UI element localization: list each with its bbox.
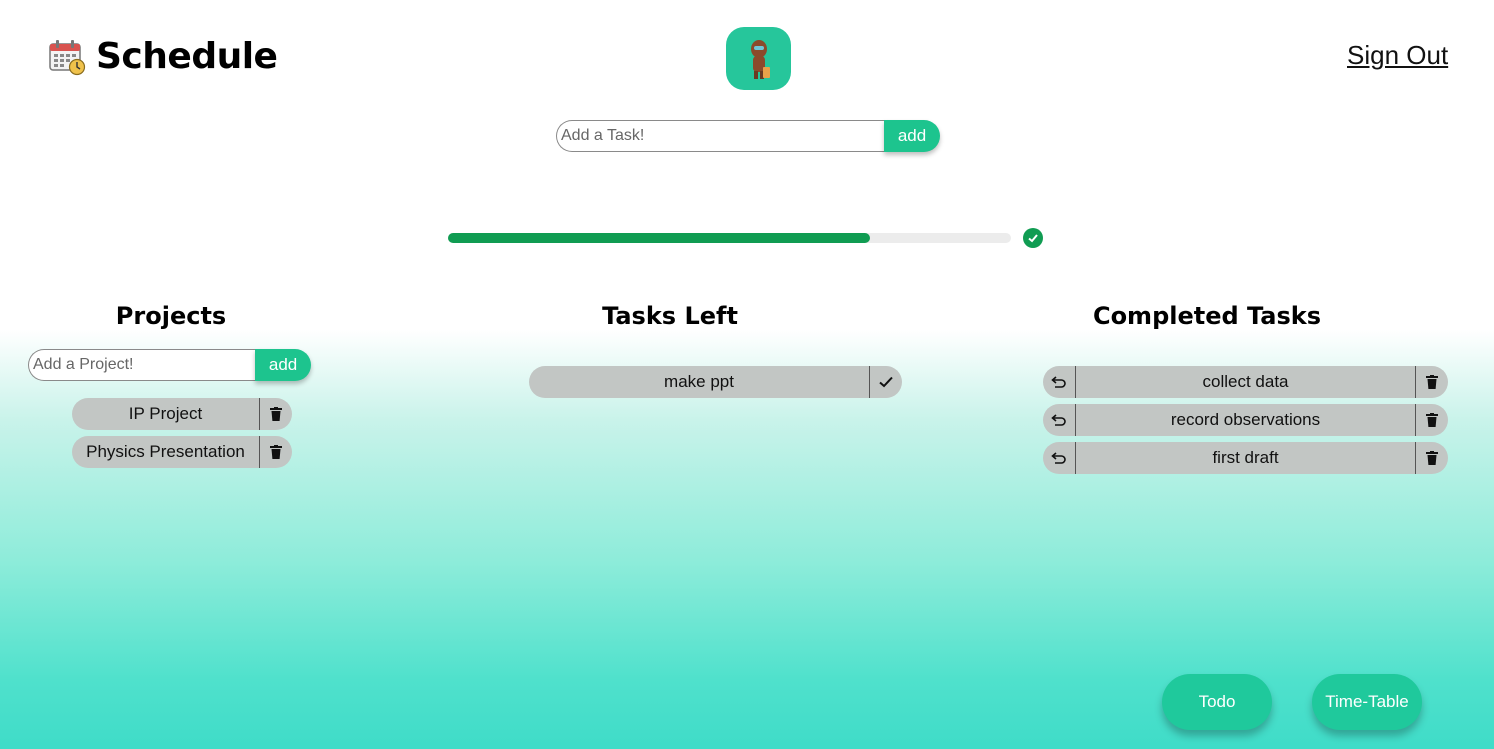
delete-icon[interactable] [1415, 404, 1448, 436]
completed-tasks-heading: Completed Tasks [1092, 302, 1322, 330]
delete-icon[interactable] [1415, 442, 1448, 474]
delete-icon[interactable] [1415, 366, 1448, 398]
project-input[interactable] [28, 349, 256, 381]
undo-icon[interactable] [1043, 404, 1076, 436]
progress-bar [448, 233, 1011, 243]
project-form: add [28, 349, 311, 381]
task-form: add [556, 120, 940, 152]
todo-button[interactable]: Todo [1162, 674, 1272, 730]
progress-complete-icon [1023, 228, 1043, 248]
add-project-button[interactable]: add [255, 349, 311, 381]
completed-task-label: record observations [1170, 410, 1321, 429]
completed-task-item[interactable]: first draft [1043, 442, 1448, 474]
time-table-button[interactable]: Time-Table [1312, 674, 1422, 730]
tasks-left-heading: Tasks Left [602, 302, 738, 330]
sign-out-link[interactable]: Sign Out [1347, 40, 1448, 71]
undo-icon[interactable] [1043, 442, 1076, 474]
brand: Schedule [48, 36, 278, 77]
completed-task-item[interactable]: collect data [1043, 366, 1448, 398]
project-item-label: IP Project [128, 404, 203, 423]
completed-task-label: first draft [1212, 448, 1279, 467]
completed-task-item[interactable]: record observations [1043, 404, 1448, 436]
undo-icon[interactable] [1043, 366, 1076, 398]
completed-task-label: collect data [1202, 372, 1289, 391]
task-item[interactable]: make ppt [529, 366, 902, 398]
progress-fill [448, 233, 871, 243]
task-item-label: make ppt [664, 372, 734, 391]
project-item[interactable]: Physics Presentation [72, 436, 292, 468]
app-title: Schedule [96, 36, 278, 77]
calendar-icon [48, 38, 86, 76]
project-item-label: Physics Presentation [86, 442, 245, 461]
projects-heading: Projects [115, 302, 227, 330]
add-task-button[interactable]: add [884, 120, 940, 152]
task-input[interactable] [556, 120, 884, 152]
project-item[interactable]: IP Project [72, 398, 292, 430]
character-avatar-icon [751, 40, 770, 79]
complete-check-icon[interactable] [869, 366, 902, 398]
delete-icon[interactable] [259, 436, 292, 468]
avatar[interactable] [726, 27, 791, 90]
delete-icon[interactable] [259, 398, 292, 430]
